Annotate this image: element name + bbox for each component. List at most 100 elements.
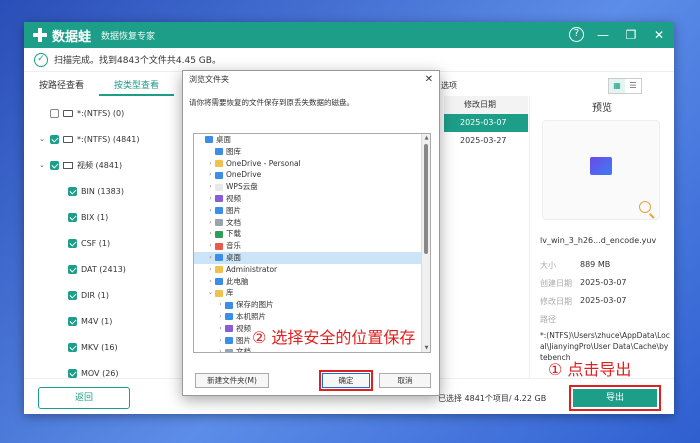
folder-item[interactable]: › 本机照片 — [194, 311, 430, 323]
dialog-close-icon[interactable]: ✕ — [425, 71, 433, 89]
ok-button[interactable]: 确定 — [322, 373, 370, 388]
folder-item[interactable]: › 下载 — [194, 228, 430, 240]
folder-item[interactable]: › 文档 — [194, 217, 430, 229]
folder-icon — [215, 218, 223, 226]
tree-checkbox[interactable] — [68, 342, 77, 352]
tree-row[interactable]: DAT (2413) — [24, 256, 176, 282]
export-button[interactable]: 导出 — [573, 389, 657, 407]
tree-row-label: 视频 (4841) — [77, 160, 123, 170]
folder-icon — [215, 230, 223, 238]
folder-item-label: 视频 — [226, 193, 241, 203]
tree-checkbox[interactable] — [68, 212, 77, 222]
folder-item[interactable]: › 图片 — [194, 205, 430, 217]
export-highlight: 导出 — [569, 385, 661, 411]
grid-view-icon[interactable]: ▦ — [609, 79, 625, 93]
logo-plus-icon — [32, 27, 48, 43]
folder-item-label: Administrator — [226, 264, 278, 274]
chevron-right-icon[interactable]: › — [206, 169, 215, 181]
folder-item-label: 图片 — [226, 205, 241, 215]
chevron-right-icon[interactable]: › — [206, 158, 215, 170]
tree-checkbox[interactable] — [68, 264, 77, 274]
folder-icon — [225, 348, 233, 352]
tree-row[interactable]: BIN (1383) — [24, 178, 176, 204]
chevron-right-icon[interactable]: › — [216, 323, 225, 335]
list-view-icon[interactable]: ☰ — [625, 79, 641, 93]
chevron-down-icon[interactable]: ⌄ — [38, 135, 46, 143]
tree-row[interactable]: CSF (1) — [24, 230, 176, 256]
folder-tree-list: 桌面 图库 › OneDrive - Personal › OneDrive › WPS云盘 ›… — [194, 134, 430, 352]
folder-item[interactable]: › 此电脑 — [194, 276, 430, 288]
chevron-down-icon[interactable]: ⌄ — [206, 287, 215, 299]
folder-item[interactable]: › Administrator — [194, 264, 430, 276]
table-row-date[interactable]: 2025-03-27 — [444, 132, 528, 150]
folder-item[interactable]: 桌面 — [194, 134, 430, 146]
tree-checkbox[interactable] — [50, 160, 59, 170]
cancel-button[interactable]: 取消 — [379, 373, 431, 388]
restore-icon[interactable]: ❐ — [622, 26, 640, 44]
tab-by-path[interactable]: 按路径查看 — [24, 76, 99, 96]
table-row-date[interactable]: 2025-03-07 — [444, 114, 528, 132]
folder-item[interactable]: › WPS云盘 — [194, 181, 430, 193]
minimize-icon[interactable]: — — [594, 26, 612, 44]
scroll-up-icon[interactable]: ▲ — [422, 135, 430, 141]
chevron-right-icon[interactable]: › — [206, 217, 215, 229]
tree-row[interactable]: MKV (16) — [24, 334, 176, 360]
tree-row-label: *:(NTFS) (4841) — [77, 134, 140, 144]
chevron-right-icon[interactable]: › — [216, 346, 225, 352]
folder-item[interactable]: › 视频 — [194, 193, 430, 205]
zoom-icon[interactable] — [639, 201, 651, 213]
annotation-step-2: ② 选择安全的位置保存 — [252, 328, 416, 347]
chevron-right-icon[interactable]: › — [206, 228, 215, 240]
tab-by-type[interactable]: 按类型查看 — [99, 76, 174, 96]
chevron-right-icon[interactable]: › — [216, 299, 225, 311]
tree-checkbox[interactable] — [50, 108, 59, 118]
tree-row[interactable]: BIX (1) — [24, 204, 176, 230]
scrollbar-thumb[interactable] — [424, 144, 428, 254]
folder-item[interactable]: ⌄ 库 — [194, 287, 430, 299]
tree-checkbox[interactable] — [68, 238, 77, 248]
chevron-right-icon[interactable]: › — [216, 311, 225, 323]
scroll-down-icon[interactable]: ▼ — [422, 345, 430, 351]
back-button[interactable]: 返回 — [38, 387, 130, 409]
dialog-title-bar: 浏览文件夹 ✕ — [183, 71, 439, 89]
chevron-right-icon[interactable]: › — [206, 181, 215, 193]
close-icon[interactable]: ✕ — [650, 26, 668, 44]
tree-row[interactable]: *:(NTFS) (0) — [24, 100, 176, 126]
chevron-right-icon[interactable]: › — [206, 276, 215, 288]
chevron-right-icon[interactable]: › — [206, 193, 215, 205]
chevron-down-icon[interactable]: ⌄ — [38, 161, 46, 169]
folder-item[interactable]: 图库 — [194, 146, 430, 158]
folder-tree-scrollbar[interactable]: ▲ ▼ — [421, 134, 430, 352]
chevron-right-icon[interactable]: › — [206, 252, 215, 264]
chevron-right-icon[interactable]: › — [206, 205, 215, 217]
folder-item[interactable]: › 保存的图片 — [194, 299, 430, 311]
help-icon[interactable]: ? — [569, 27, 584, 42]
tree-checkbox[interactable] — [68, 186, 77, 196]
folder-item-label: 音乐 — [226, 241, 241, 251]
tree-row-label: BIX (1) — [81, 212, 109, 222]
folder-item[interactable]: › OneDrive — [194, 169, 430, 181]
folder-item[interactable]: › 音乐 — [194, 240, 430, 252]
tree-row[interactable]: ⌄ *:(NTFS) (4841) — [24, 126, 176, 152]
tree-row-label: M4V (1) — [81, 316, 113, 326]
chevron-right-icon[interactable]: › — [206, 240, 215, 252]
chevron-right-icon[interactable]: › — [216, 335, 225, 347]
tree-checkbox[interactable] — [50, 134, 59, 144]
tree-checkbox[interactable] — [68, 368, 77, 378]
chevron-right-icon[interactable]: › — [206, 264, 215, 276]
folder-item-label: 桌面 — [226, 252, 241, 262]
folder-item-label: 保存的图片 — [236, 300, 274, 310]
tree-checkbox[interactable] — [68, 316, 77, 326]
tree-row[interactable]: M4V (1) — [24, 308, 176, 334]
folder-item-label: WPS云盘 — [226, 182, 258, 192]
folder-item[interactable]: › 桌面 — [194, 251, 430, 264]
tree-row[interactable]: ⌄ 视频 (4841) — [24, 152, 176, 178]
new-folder-button[interactable]: 新建文件夹(M) — [195, 373, 269, 388]
preview-path-label-row: 路径 — [540, 314, 574, 325]
tree-row[interactable]: DIR (1) — [24, 282, 176, 308]
options-tab-partial[interactable]: 选项 — [441, 80, 457, 91]
folder-icon — [215, 159, 223, 167]
tree-checkbox[interactable] — [68, 290, 77, 300]
column-header-modified[interactable]: 修改日期 — [444, 96, 528, 114]
folder-item[interactable]: › OneDrive - Personal — [194, 158, 430, 170]
